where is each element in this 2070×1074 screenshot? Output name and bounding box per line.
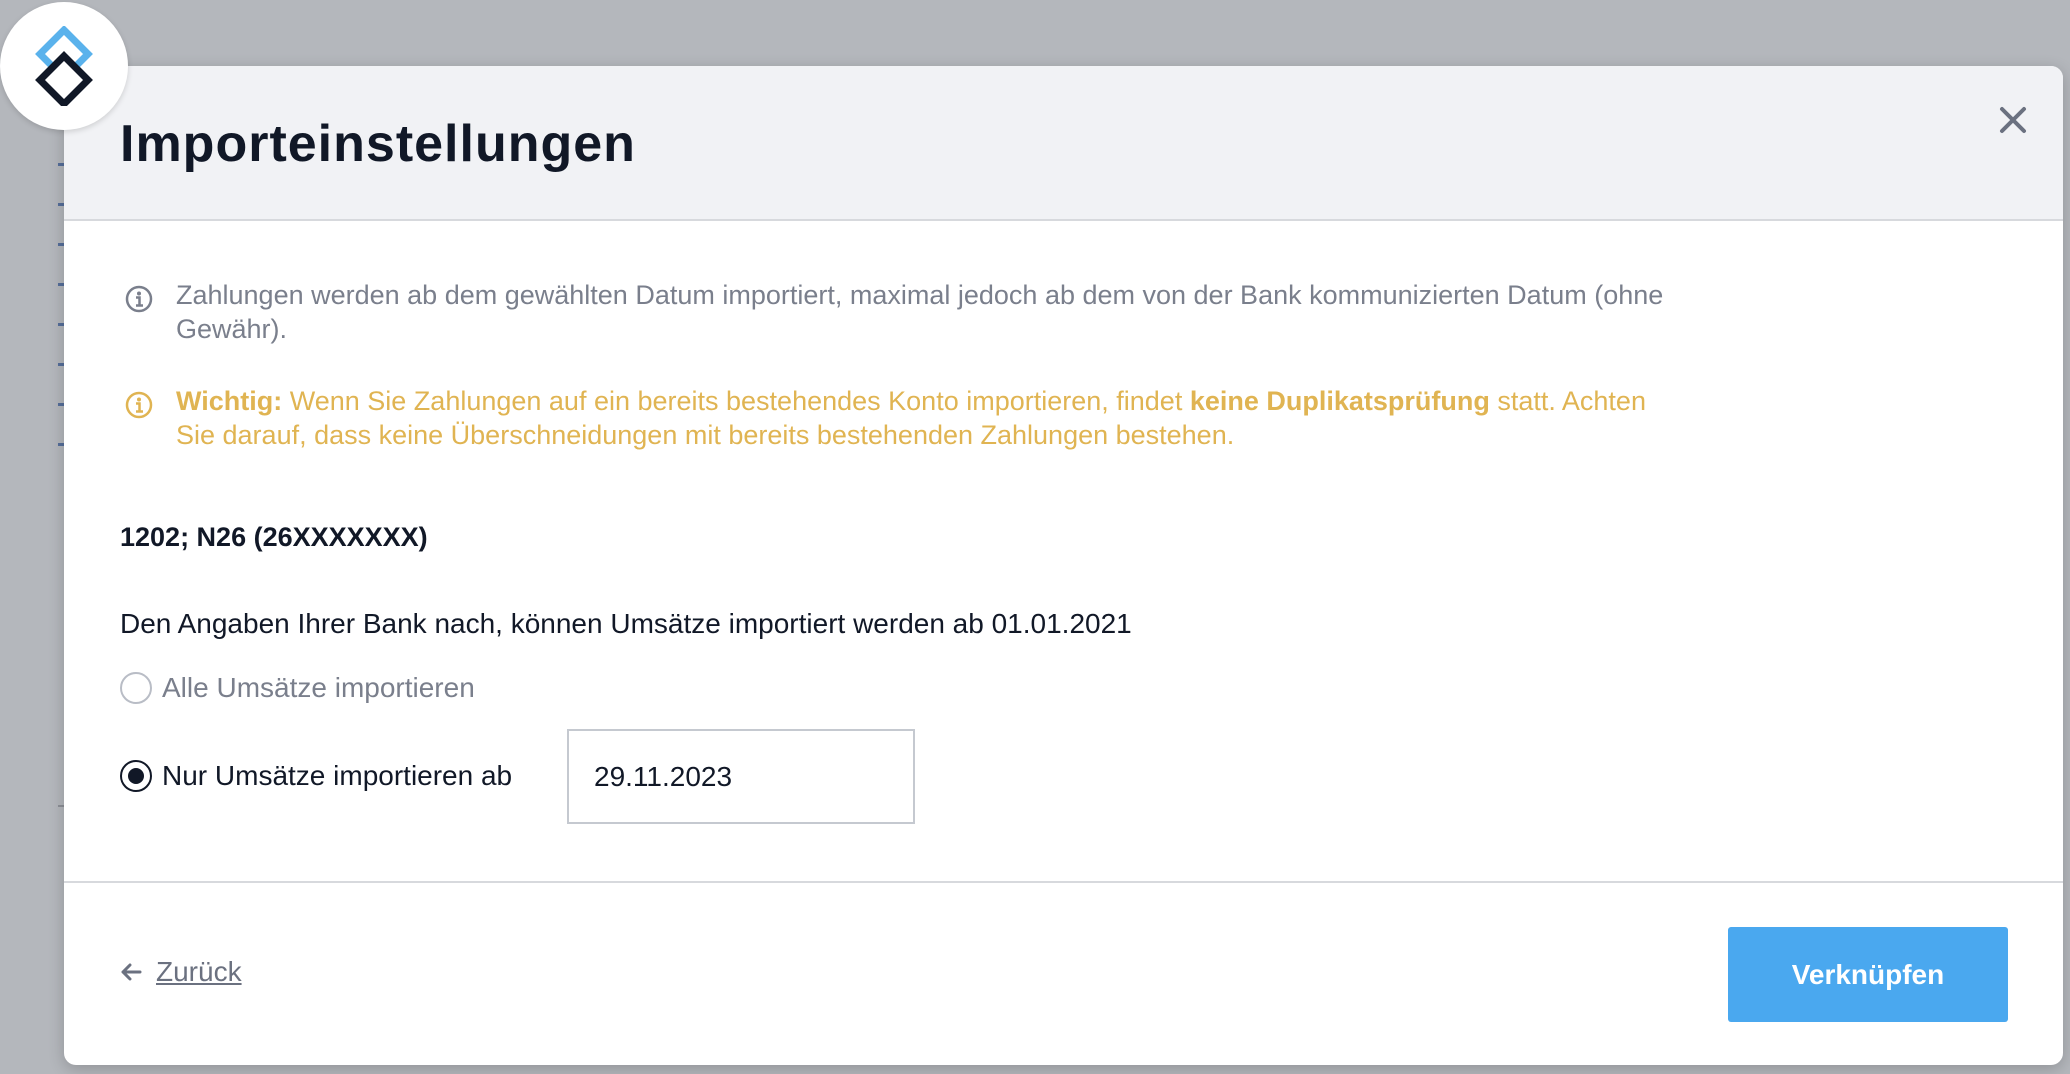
warning-notice: Wichtig: Wenn Sie Zahlungen auf ein bere… (124, 384, 1684, 452)
info-circle-icon (124, 284, 154, 346)
info-notice: Zahlungen werden ab dem gewählten Datum … (124, 278, 1684, 346)
arrow-left-icon (121, 963, 142, 981)
import-settings-dialog: Importeinstellungen (64, 66, 2063, 1065)
bank-import-info: Den Angaben Ihrer Bank nach, können Umsä… (120, 608, 1132, 639)
radio-import-from-label: Nur Umsätze importieren ab (162, 760, 513, 791)
back-link[interactable]: Zurück (120, 956, 242, 988)
warning-notice-text: Wichtig: Wenn Sie Zahlungen auf ein bere… (176, 384, 1684, 452)
link-account-button[interactable]: Verknüpfen (1728, 927, 2008, 1022)
radio-import-all-label: Alle Umsätze importieren (162, 672, 475, 703)
app-logo (0, 2, 128, 130)
close-icon (2000, 107, 2026, 133)
close-button[interactable] (1991, 98, 2035, 142)
back-link-label: Zurück (156, 956, 242, 987)
radio-import-all[interactable]: Alle Umsätze importieren (120, 672, 475, 704)
radio-import-all-circle[interactable] (120, 672, 152, 704)
dialog-header: Importeinstellungen (64, 66, 2063, 221)
radio-import-from-circle[interactable] (120, 760, 152, 792)
warning-label: Wichtig: (176, 386, 283, 416)
radio-import-from[interactable]: Nur Umsätze importieren ab (120, 760, 512, 792)
info-notice-text: Zahlungen werden ab dem gewählten Datum … (176, 280, 1664, 344)
account-name: 1202; N26 (26XXXXXXX) (120, 522, 428, 552)
warning-text-part-1: Wenn Sie Zahlungen auf ein bereits beste… (282, 386, 1190, 416)
warning-info-circle-icon (124, 390, 154, 452)
import-from-date-input[interactable] (567, 729, 915, 824)
warning-emphasis: keine Duplikatsprüfung (1189, 386, 1490, 416)
dialog-title: Importeinstellungen (120, 115, 636, 173)
